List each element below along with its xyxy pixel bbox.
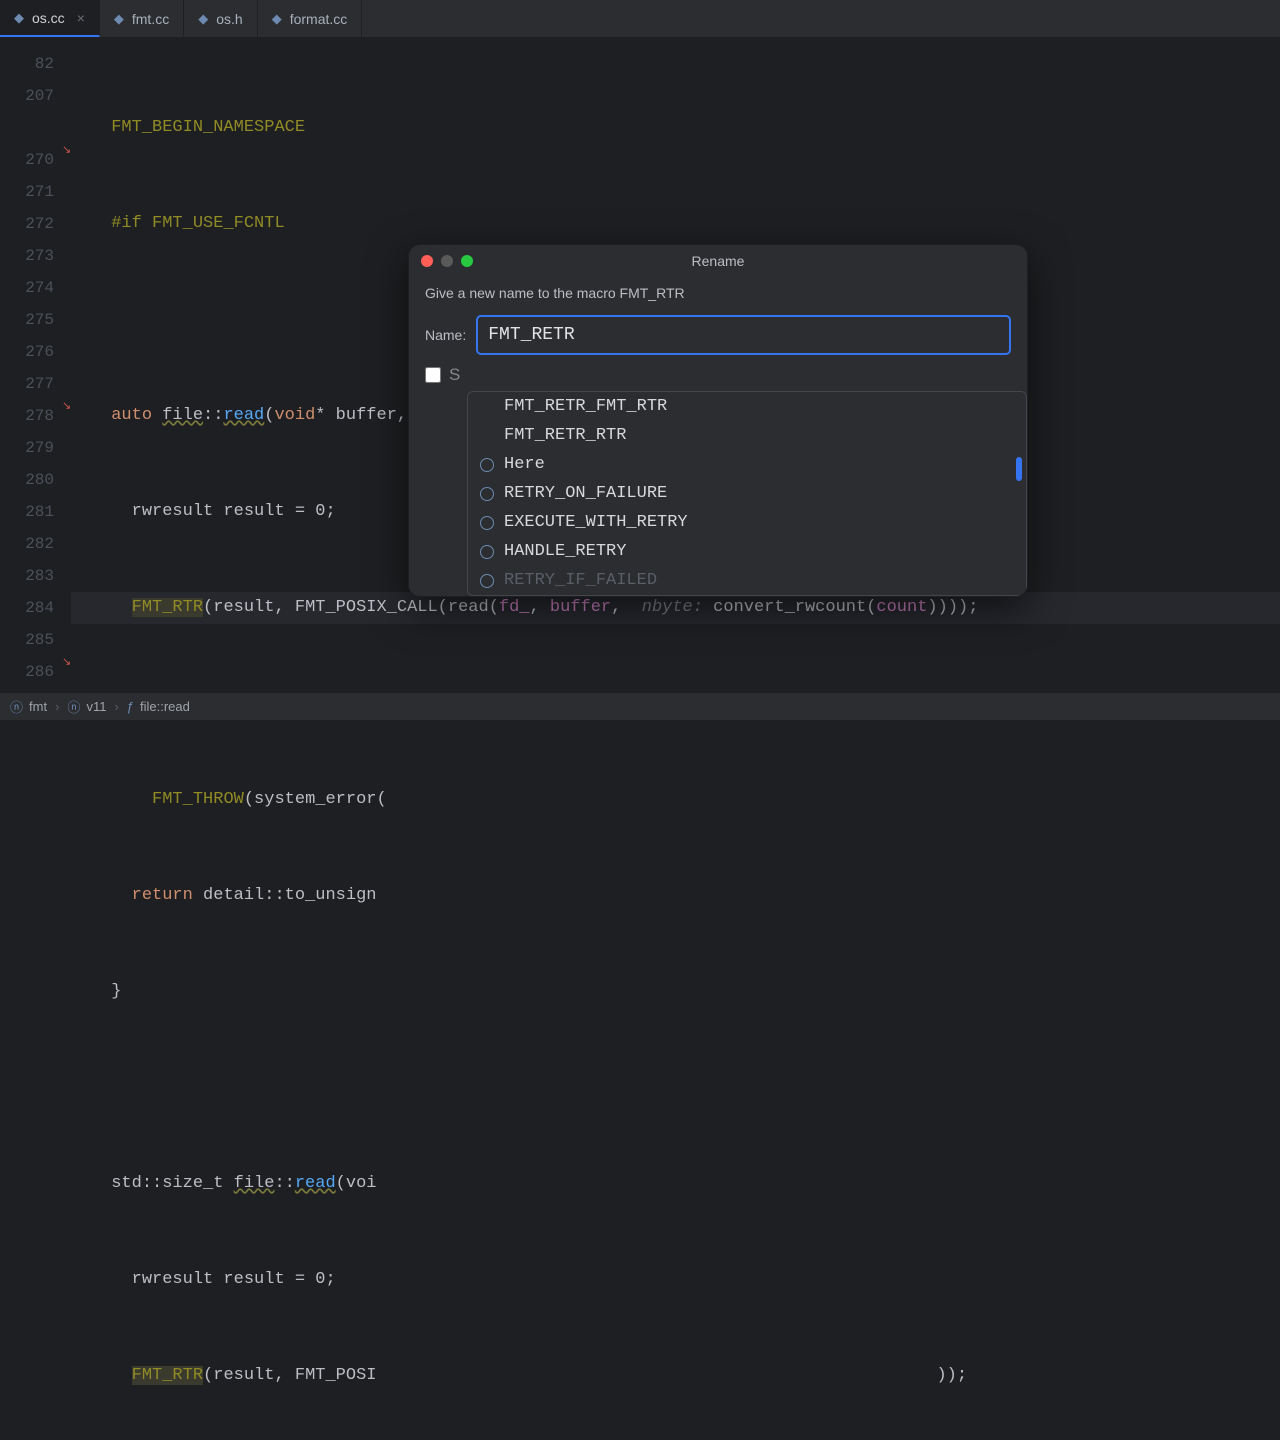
suggestion-item[interactable]: RETRY_IF_FAILED [468, 566, 1026, 595]
breadcrumb-bar: ⓝ fmt › ⓝ v11 › ƒ file::read [0, 692, 1280, 720]
gutter-marks: ↘ ↘ ↘ [62, 38, 71, 692]
namespace-icon: ⓝ [67, 697, 80, 716]
suggestion-item[interactable]: Here [468, 450, 1026, 479]
maximize-window-icon[interactable] [461, 255, 473, 267]
window-controls [421, 255, 473, 267]
ai-icon [480, 516, 494, 530]
suggestion-item[interactable]: RETRY_ON_FAILURE [468, 479, 1026, 508]
function-icon: ƒ [127, 699, 134, 714]
scope-label: S [449, 365, 460, 385]
tab-os-h[interactable]: ◆ os.h [184, 0, 257, 37]
minimize-window-icon [441, 255, 453, 267]
dialog-titlebar[interactable]: Rename [409, 245, 1027, 277]
rename-dialog: Rename Give a new name to the macro FMT_… [408, 244, 1028, 597]
file-icon: ◆ [14, 10, 24, 26]
override-icon: ↘ [62, 399, 71, 413]
gutter: 82 207 270 271 272 273 274 275 276 277 2… [0, 38, 62, 692]
close-window-icon[interactable] [421, 255, 433, 267]
ai-icon [480, 545, 494, 559]
scrollbar-thumb[interactable] [1016, 457, 1022, 481]
breadcrumb-item[interactable]: v11 [86, 699, 106, 714]
tab-fmt-cc[interactable]: ◆ fmt.cc [100, 0, 184, 37]
suggestions-list: FMT_RETR_FMT_RTR FMT_RETR_RTR Here RETRY… [467, 391, 1027, 596]
override-icon: ↘ [62, 655, 71, 669]
file-icon: ◆ [114, 11, 124, 27]
suggestion-item[interactable]: HANDLE_RETRY [468, 537, 1026, 566]
chevron-right-icon: › [55, 699, 59, 714]
tab-bar: ◆ os.cc × ◆ fmt.cc ◆ os.h ◆ format.cc [0, 0, 1280, 38]
ai-icon [480, 458, 494, 472]
suggestion-item[interactable]: FMT_RETR_FMT_RTR [468, 392, 1026, 421]
override-icon: ↘ [62, 143, 71, 157]
tab-label: os.cc [32, 10, 65, 26]
dialog-description: Give a new name to the macro FMT_RTR [425, 285, 1011, 301]
tab-os-cc[interactable]: ◆ os.cc × [0, 0, 100, 37]
name-label: Name: [425, 327, 466, 343]
tab-format-cc[interactable]: ◆ format.cc [258, 0, 363, 37]
breadcrumb-item[interactable]: file::read [140, 699, 190, 714]
tab-label: fmt.cc [132, 11, 169, 27]
suggestion-item[interactable]: FMT_RETR_RTR [468, 421, 1026, 450]
rename-input[interactable] [476, 315, 1011, 355]
namespace-icon: ⓝ [10, 697, 23, 716]
chevron-right-icon: › [114, 699, 118, 714]
ai-icon [480, 574, 494, 588]
file-icon: ◆ [198, 11, 208, 27]
ai-icon [480, 487, 494, 501]
scope-checkbox[interactable] [425, 367, 441, 383]
file-icon: ◆ [272, 11, 282, 27]
tab-label: format.cc [290, 11, 348, 27]
breadcrumb-item[interactable]: fmt [29, 699, 47, 714]
tab-label: os.h [216, 11, 242, 27]
suggestion-item[interactable]: EXECUTE_WITH_RETRY [468, 508, 1026, 537]
close-icon[interactable]: × [77, 10, 85, 26]
dialog-title: Rename [692, 253, 745, 269]
